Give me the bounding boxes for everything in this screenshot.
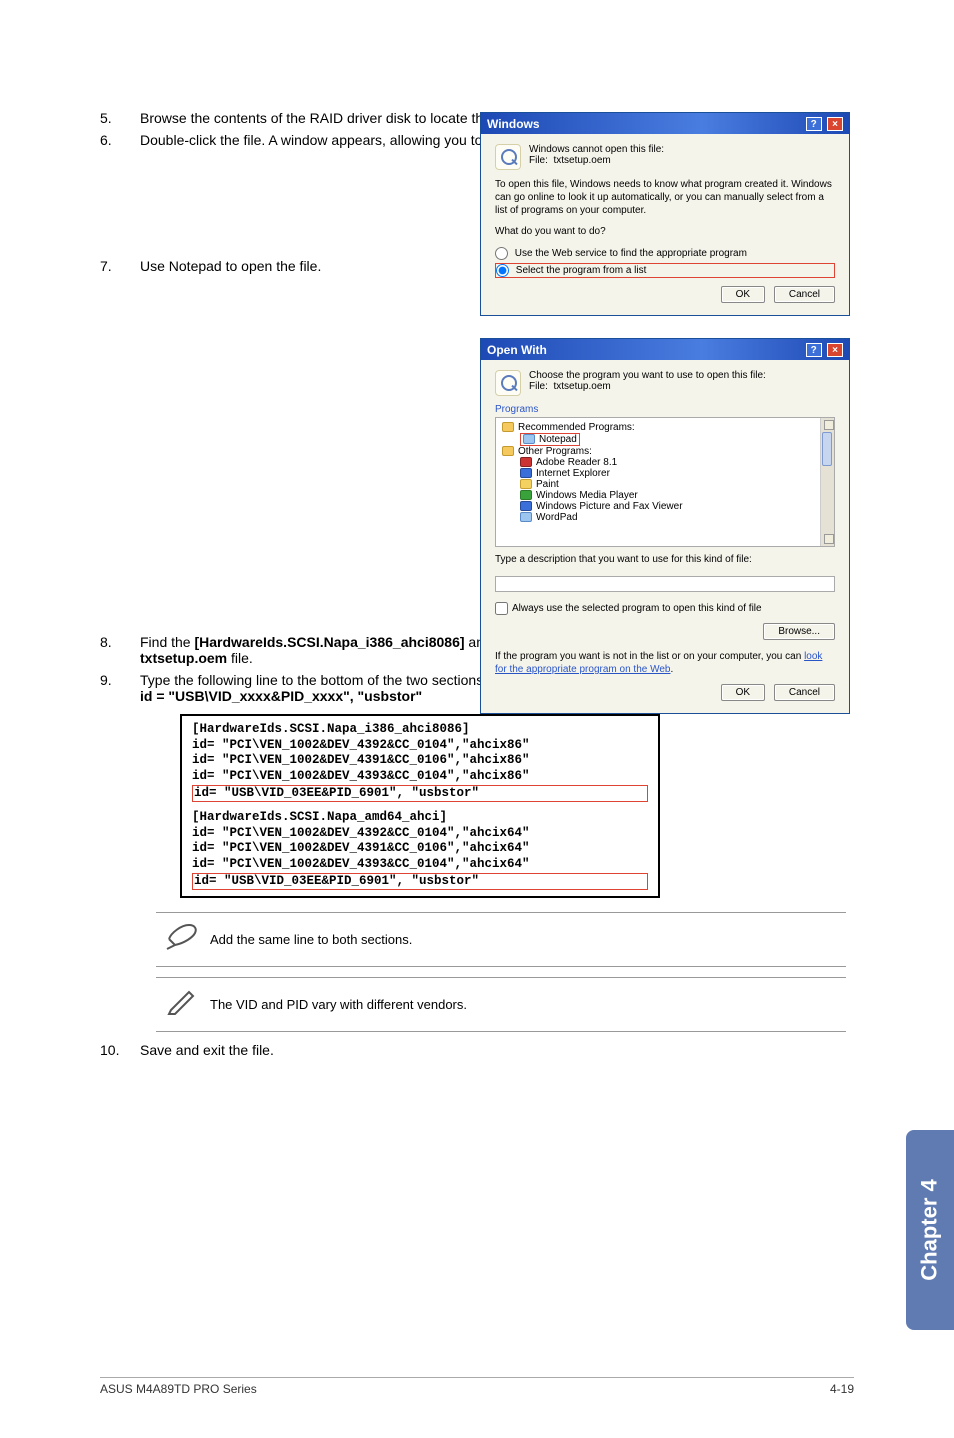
- ie-icon: [520, 468, 532, 478]
- section-name: [HardwareIds.SCSI.Napa_i386_ahci8086]: [194, 634, 464, 650]
- checkbox-input[interactable]: [495, 602, 508, 615]
- step-num: 5.: [100, 110, 140, 126]
- always-use-checkbox[interactable]: Always use the selected program to open …: [495, 602, 835, 615]
- code-line: id = "USB\VID_xxxx&PID_xxxx", "usbstor": [140, 688, 422, 704]
- list-item[interactable]: Windows Picture and Fax Viewer: [536, 501, 683, 512]
- pencil-icon: [156, 986, 210, 1023]
- wordpad-icon: [520, 512, 532, 522]
- code-block: [HardwareIds.SCSI.Napa_i386_ahci8086] id…: [180, 714, 660, 898]
- scroll-thumb[interactable]: [822, 432, 832, 466]
- search-icon: [495, 370, 521, 396]
- radio-web-service[interactable]: Use the Web service to find the appropri…: [495, 246, 835, 261]
- explanation-text: To open this file, Windows needs to know…: [495, 178, 835, 217]
- scrollbar[interactable]: [820, 418, 834, 546]
- note-icon: [156, 921, 210, 958]
- file-label: File:: [529, 155, 548, 166]
- code-line: id= "PCI\VEN_1002&DEV_4391&CC_0106","ahc…: [192, 753, 648, 769]
- folder-icon: [502, 422, 514, 432]
- text: If the program you want is not in the li…: [495, 651, 804, 662]
- adobe-icon: [520, 457, 532, 467]
- code-line: id= "PCI\VEN_1002&DEV_4392&CC_0104","ahc…: [192, 738, 648, 754]
- wpfv-icon: [520, 501, 532, 511]
- list-item[interactable]: Windows Media Player: [536, 490, 638, 501]
- open-with-dialog: Open With ? × Choose the program you wan…: [480, 338, 850, 714]
- description-label: Type a description that you want to use …: [495, 553, 835, 566]
- cancel-button[interactable]: Cancel: [774, 684, 835, 701]
- radio-label: Use the Web service to find the appropri…: [515, 248, 747, 259]
- close-icon[interactable]: ×: [827, 343, 843, 357]
- code-line-highlighted: id= "USB\VID_03EE&PID_6901", "usbstor": [192, 785, 648, 803]
- text: Find the: [140, 634, 194, 650]
- page-footer: ASUS M4A89TD PRO Series 4-19: [100, 1377, 854, 1396]
- close-icon[interactable]: ×: [827, 117, 843, 131]
- wmp-icon: [520, 490, 532, 500]
- footnote: If the program you want is not in the li…: [495, 650, 835, 676]
- code-line: id= "PCI\VEN_1002&DEV_4393&CC_0104","ahc…: [192, 857, 648, 873]
- choose-program-text: Choose the program you want to use to op…: [529, 370, 766, 381]
- radio-input[interactable]: [495, 247, 508, 260]
- cannot-open-text: Windows cannot open this file:: [529, 144, 664, 155]
- cancel-button[interactable]: Cancel: [774, 286, 835, 303]
- dialog-title: Open With: [487, 343, 547, 357]
- code-line: [HardwareIds.SCSI.Napa_amd64_ahci]: [192, 810, 648, 826]
- description-input[interactable]: [495, 576, 835, 592]
- file-value: txtsetup.oem: [553, 381, 610, 392]
- paint-icon: [520, 479, 532, 489]
- list-item[interactable]: Internet Explorer: [536, 468, 610, 479]
- chapter-label: Chapter 4: [917, 1179, 943, 1280]
- text: Browse the contents of the RAID driver d…: [140, 110, 517, 126]
- dialog-title: Windows: [487, 117, 540, 131]
- radio-input[interactable]: [496, 264, 509, 277]
- list-item[interactable]: WordPad: [536, 512, 578, 523]
- help-icon[interactable]: ?: [806, 117, 822, 131]
- text: file.: [227, 650, 253, 666]
- help-icon[interactable]: ?: [806, 343, 822, 357]
- note-row: Add the same line to both sections.: [156, 912, 846, 967]
- chapter-tab: Chapter 4: [906, 1130, 954, 1330]
- notepad-icon: [523, 434, 535, 444]
- filename: txtsetup.oem: [140, 650, 227, 666]
- titlebar: Windows ? ×: [481, 113, 849, 134]
- step-num: 8.: [100, 634, 140, 650]
- step-num: 6.: [100, 132, 140, 148]
- footer-right: 4-19: [830, 1382, 854, 1396]
- windows-dialog: Windows ? × Windows cannot open this fil…: [480, 112, 850, 316]
- list-item-notepad[interactable]: Notepad: [539, 434, 577, 445]
- other-programs-header: Other Programs:: [518, 446, 592, 457]
- programs-header: Programs: [495, 404, 835, 415]
- code-line: id= "PCI\VEN_1002&DEV_4392&CC_0104","ahc…: [192, 826, 648, 842]
- browse-button[interactable]: Browse...: [763, 623, 835, 640]
- code-line: id= "PCI\VEN_1002&DEV_4393&CC_0104","ahc…: [192, 769, 648, 785]
- ok-button[interactable]: OK: [721, 684, 765, 701]
- recommended-header: Recommended Programs:: [518, 422, 635, 433]
- step-num: 10.: [100, 1042, 140, 1058]
- radio-label: Select the program from a list: [516, 265, 647, 276]
- file-value: txtsetup.oem: [553, 155, 610, 166]
- program-list[interactable]: Recommended Programs: Notepad Other Prog…: [495, 417, 835, 547]
- note-row: The VID and PID vary with different vend…: [156, 977, 846, 1032]
- code-line-highlighted: id= "USB\VID_03EE&PID_6901", "usbstor": [192, 873, 648, 891]
- file-label: File:: [529, 381, 548, 392]
- checkbox-label: Always use the selected program to open …: [512, 603, 762, 614]
- search-icon: [495, 144, 521, 170]
- note-text: The VID and PID vary with different vend…: [210, 997, 467, 1012]
- ok-button[interactable]: OK: [721, 286, 765, 303]
- code-line: id= "PCI\VEN_1002&DEV_4391&CC_0106","ahc…: [192, 841, 648, 857]
- step-num: 9.: [100, 672, 140, 688]
- step-text: Save and exit the file.: [140, 1042, 854, 1058]
- list-item[interactable]: Paint: [536, 479, 559, 490]
- question-text: What do you want to do?: [495, 225, 835, 238]
- step-num: 7.: [100, 258, 140, 274]
- note-text: Add the same line to both sections.: [210, 932, 412, 947]
- titlebar: Open With ? ×: [481, 339, 849, 360]
- footer-left: ASUS M4A89TD PRO Series: [100, 1382, 257, 1396]
- radio-select-from-list[interactable]: Select the program from a list: [495, 263, 835, 278]
- folder-icon: [502, 446, 514, 456]
- list-item[interactable]: Adobe Reader 8.1: [536, 457, 617, 468]
